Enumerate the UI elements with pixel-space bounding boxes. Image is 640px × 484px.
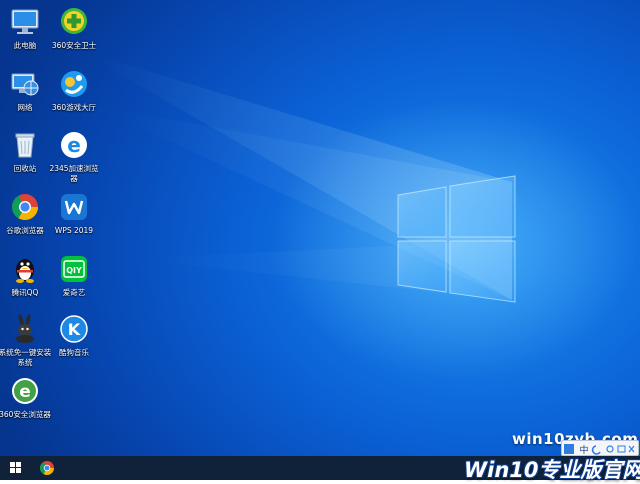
desktop-icon-wps[interactable]: WPS 2019 [44,191,104,236]
windows-start-icon [10,462,21,473]
desktop-icon-kugou[interactable]: K 酷狗音乐 [44,313,104,358]
taskbar-chrome-button[interactable] [34,456,60,480]
ie-browser-icon: e [61,132,87,158]
rabbit-icon [16,314,34,343]
network-icon [11,73,39,96]
recycle-bin-icon [15,133,35,158]
wps-icon [61,194,87,220]
svg-text:K: K [68,320,81,339]
desktop-icon-360-security[interactable]: 360安全卫士 [44,6,104,51]
desktop-icon-label: WPS 2019 [54,226,94,235]
qq-penguin-icon [16,259,34,283]
chrome-icon [40,461,54,475]
desktop-background: 此电脑 360安全卫士 网络 360游戏大厅 回收站 e 2345加速浏览器 谷… [0,0,640,456]
svg-text:QIY: QIY [66,266,82,275]
desktop-icon-label: 360安全浏览器 [0,410,51,419]
computer-icon [11,9,39,34]
desktop-icon-360-browser[interactable]: e 360安全浏览器 [0,375,55,420]
brand-watermark: Win10专业版官网 [464,452,640,482]
desktop-icon-label: 2345加速浏览器 [49,164,99,183]
360-browser-icon: e [12,378,38,404]
desktop-icon-label: 爱奇艺 [62,288,86,297]
iqiyi-icon: QIY [61,256,87,282]
chrome-icon [11,194,39,221]
360-security-icon [61,8,87,34]
desktop-icon-label: 360安全卫士 [51,41,97,50]
desktop-icon-2345-browser[interactable]: e 2345加速浏览器 [44,129,104,184]
desktop-icon-label: 酷狗音乐 [59,348,89,357]
360-game-hall-icon [61,71,87,97]
kugou-icon: K [60,315,88,343]
svg-text:e: e [19,382,31,402]
start-button[interactable] [0,456,32,480]
desktop-icon-iqiyi[interactable]: QIY 爱奇艺 [44,253,104,298]
desktop-icon-label: 360游戏大厅 [51,103,97,112]
svg-text:e: e [67,133,81,157]
desktop-icon-360-game-hall[interactable]: 360游戏大厅 [44,68,104,113]
